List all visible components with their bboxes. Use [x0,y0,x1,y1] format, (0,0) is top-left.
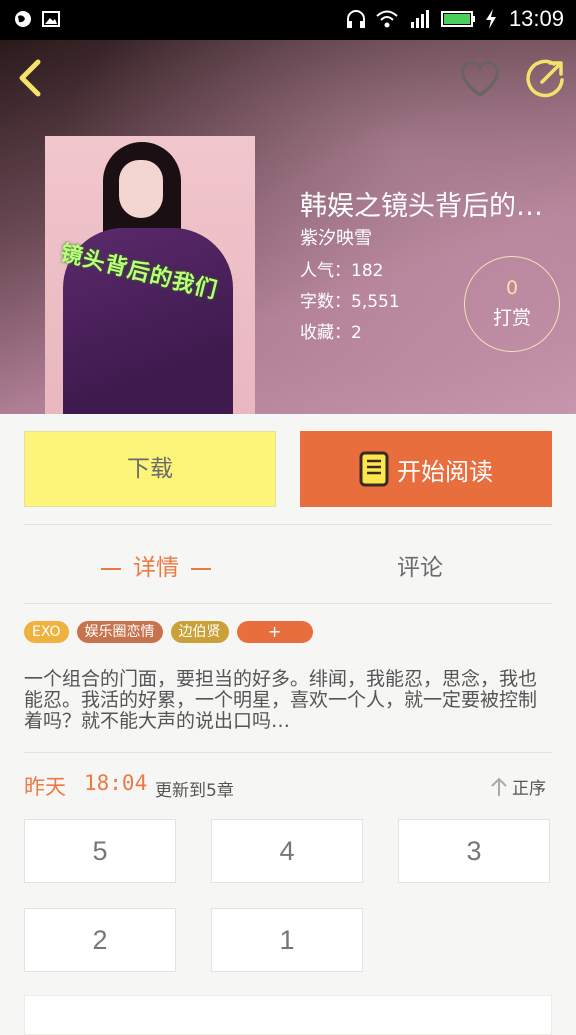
start-reading-button[interactable]: 开始阅读 [300,431,552,507]
arrow-up-icon [491,777,507,796]
sort-order-label: 正序 [512,779,546,799]
divider [24,524,552,525]
divider [24,752,552,753]
chapter-button[interactable]: 4 [211,819,363,883]
status-bar: 13:09 [0,0,576,40]
headphones-icon [346,10,365,28]
book-header: 镜头背后的我们 韩娱之镜头背后的… 紫汐映雪 人气：182 字数：5,551 收… [0,40,576,414]
more-chapters-card[interactable] [24,995,552,1035]
tab-details[interactable]: 详情 [24,548,288,582]
divider [24,603,552,604]
battery-icon [440,11,475,27]
author-name[interactable]: 紫汐映雪 [300,224,372,250]
heart-icon[interactable] [458,58,502,98]
tab-comments[interactable]: 评论 [288,548,552,582]
tip-label: 打赏 [492,307,531,329]
tip-button[interactable]: 0 打赏 [464,256,560,352]
book-icon [359,451,389,487]
favorites-stat: 收藏：2 [300,323,362,343]
download-button[interactable]: 下载 [24,431,276,507]
tip-count: 0 [505,277,519,299]
share-icon[interactable] [524,56,568,100]
tag-exo[interactable]: EXO [24,621,69,643]
wifi-icon [376,10,398,28]
tag-romance[interactable]: 娱乐圈恋情 [76,621,163,643]
update-info: 更新到5章 [155,781,234,801]
update-time: 18:04 [84,771,148,795]
book-description[interactable]: 一个组合的门面，要担当的好多。绯闻，我能忍，思念，我也能忍。我活的好累，一个明星… [24,669,552,732]
add-tag-button[interactable]: + [236,621,313,643]
word-count-stat: 字数：5,551 [300,292,400,312]
tag-list: EXO 娱乐圈恋情 边伯贤 + [24,621,313,643]
chapter-button[interactable]: 1 [211,908,363,972]
signal-icon [410,10,429,28]
update-day: 昨天 [24,775,66,799]
tab-details-label: 详情 [133,555,179,581]
tag-baekhyun[interactable]: 边伯贤 [170,621,229,643]
charging-icon [485,9,496,29]
chapter-button[interactable]: 2 [24,908,176,972]
book-title: 韩娱之镜头背后的… [300,191,543,222]
chapter-button[interactable]: 3 [398,819,550,883]
browser-icon [15,11,31,27]
clock: 13:09 [508,6,564,31]
popularity-stat: 人气：182 [300,261,384,281]
image-icon [42,11,60,27]
chapter-button[interactable]: 5 [24,819,176,883]
book-cover[interactable]: 镜头背后的我们 [45,136,255,414]
sort-order-button[interactable]: 正序 [490,774,546,799]
back-icon[interactable] [10,54,50,102]
start-reading-label: 开始阅读 [397,457,493,486]
